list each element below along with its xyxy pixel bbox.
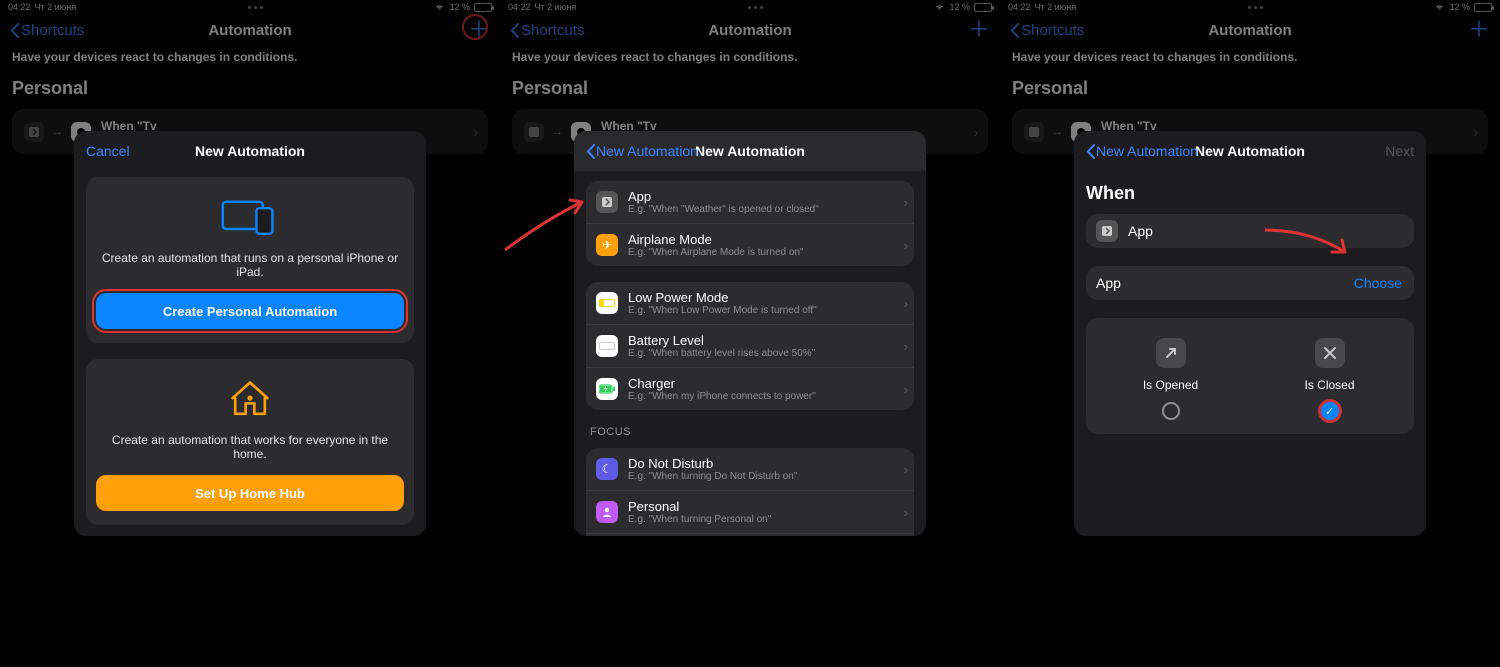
row-subtitle: E.g. "When turning Do Not Disturb on" <box>628 471 797 482</box>
choose-link[interactable]: Choose <box>1354 275 1402 291</box>
row-title: Low Power Mode <box>628 290 817 305</box>
personal-block: Create an automation that runs on a pers… <box>86 177 414 343</box>
row-title: Do Not Disturb <box>628 456 797 471</box>
app-label: App <box>1128 223 1153 239</box>
sheet-app-trigger: New Automation New Automation Next When … <box>1074 131 1426 536</box>
screen-2: 04:22Чт 2 июня 12 % Shortcuts Automation… <box>500 0 1000 667</box>
setup-home-hub-button[interactable]: Set Up Home Hub <box>96 475 404 511</box>
sheet-title: New Automation <box>1195 143 1305 159</box>
home-desc: Create an automation that works for ever… <box>96 433 404 461</box>
annotation-ring <box>92 289 408 333</box>
row-subtitle: E.g. "When Airplane Mode is turned on" <box>628 247 804 258</box>
row-title: Personal <box>628 499 771 514</box>
battery-level-icon <box>596 335 618 357</box>
closed-label: Is Closed <box>1304 378 1354 392</box>
close-icon <box>1315 338 1345 368</box>
trigger-airplane[interactable]: ✈ Airplane ModeE.g. "When Airplane Mode … <box>586 223 914 266</box>
back-label: New Automation <box>596 143 698 159</box>
back-label: New Automation <box>1096 143 1198 159</box>
is-closed-option[interactable]: Is Closed ✓ <box>1255 338 1404 420</box>
row-subtitle: E.g. "When turning Personal on" <box>628 514 771 525</box>
home-block: Create an automation that works for ever… <box>86 359 414 525</box>
chevron-right-icon: › <box>904 238 908 253</box>
devices-icon <box>218 197 282 237</box>
chevron-right-icon: › <box>904 505 908 520</box>
when-app-row: App <box>1086 214 1414 248</box>
charger-icon <box>596 378 618 400</box>
sheet-title: New Automation <box>695 143 805 159</box>
app-icon <box>1096 220 1118 242</box>
closed-radio[interactable]: ✓ <box>1321 402 1339 420</box>
chevron-right-icon: › <box>904 462 908 477</box>
focus-label: FOCUS <box>590 426 910 438</box>
row-title: App <box>628 189 819 204</box>
row-title: Battery Level <box>628 333 815 348</box>
row-subtitle: E.g. "When Low Power Mode is turned off" <box>628 305 817 316</box>
row-subtitle: E.g. "When "Weather" is opened or closed… <box>628 204 819 215</box>
chevron-right-icon: › <box>904 339 908 354</box>
trigger-work-focus[interactable]: 💼 Work <box>586 533 914 536</box>
moon-icon: ☾ <box>596 458 618 480</box>
row-subtitle: E.g. "When my iPhone connects to power" <box>628 391 816 402</box>
back-new-automation[interactable]: New Automation <box>586 143 698 159</box>
opened-label: Is Opened <box>1143 378 1198 392</box>
person-icon <box>596 501 618 523</box>
trigger-low-power[interactable]: Low Power ModeE.g. "When Low Power Mode … <box>586 282 914 324</box>
trigger-personal-focus[interactable]: PersonalE.g. "When turning Personal on" … <box>586 490 914 533</box>
airplane-icon: ✈ <box>596 234 618 256</box>
trigger-charger[interactable]: ChargerE.g. "When my iPhone connects to … <box>586 367 914 410</box>
choose-app-label: App <box>1096 275 1121 291</box>
chevron-right-icon: › <box>904 195 908 210</box>
is-opened-option[interactable]: Is Opened <box>1096 338 1245 420</box>
home-icon <box>228 379 272 419</box>
choose-app-row[interactable]: App Choose <box>1086 266 1414 300</box>
open-close-segment: Is Opened Is Closed ✓ <box>1086 318 1414 434</box>
chevron-left-icon <box>1086 144 1095 159</box>
when-header: When <box>1086 183 1414 204</box>
low-power-icon <box>596 292 618 314</box>
screen-3: 04:22Чт 2 июня 12 % Shortcuts Automation… <box>1000 0 1500 667</box>
back-new-automation[interactable]: New Automation <box>1086 143 1198 159</box>
sheet-trigger-list: New Automation New Automation AppE.g. "W… <box>574 131 926 536</box>
trigger-dnd[interactable]: ☾ Do Not DisturbE.g. "When turning Do No… <box>586 448 914 490</box>
screen-1: 04:22 Чт 2 июня 12 % Shortcuts Automatio… <box>0 0 500 667</box>
opened-radio[interactable] <box>1162 402 1180 420</box>
sheet-new-automation: Cancel New Automation Create an automati… <box>74 131 426 536</box>
personal-desc: Create an automation that runs on a pers… <box>96 251 404 279</box>
cancel-button[interactable]: Cancel <box>86 143 130 159</box>
trigger-battery-level[interactable]: Battery LevelE.g. "When battery level ri… <box>586 324 914 367</box>
chevron-right-icon: › <box>904 296 908 311</box>
trigger-app[interactable]: AppE.g. "When "Weather" is opened or clo… <box>586 181 914 223</box>
chevron-left-icon <box>586 144 595 159</box>
row-subtitle: E.g. "When battery level rises above 50%… <box>628 348 815 359</box>
row-title: Charger <box>628 376 816 391</box>
row-title: Airplane Mode <box>628 232 804 247</box>
next-button[interactable]: Next <box>1385 143 1414 159</box>
open-icon <box>1156 338 1186 368</box>
app-icon <box>596 191 618 213</box>
sheet-title: New Automation <box>195 143 305 159</box>
chevron-right-icon: › <box>904 382 908 397</box>
